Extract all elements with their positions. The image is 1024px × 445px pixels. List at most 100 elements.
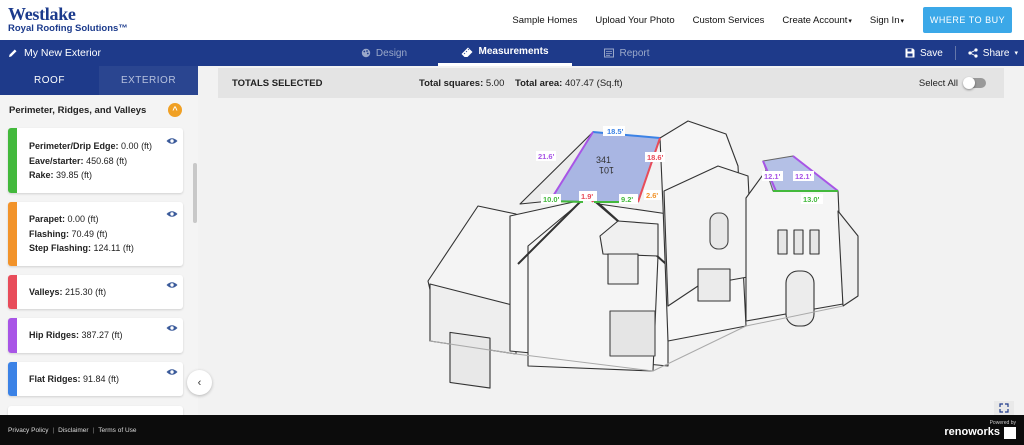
renoworks-name: renoworks [944,426,1000,438]
roof-area-label-flipped: 101 [599,165,614,175]
measure-bottom-right: 9.2' [621,195,633,204]
card-line: Parapet: 0.00 (ft) [29,212,134,227]
caret-down-icon: ▾ [900,17,904,25]
tab-roof[interactable]: ROOF [0,66,99,95]
toolbar-divider [954,46,956,60]
eye-icon[interactable] [166,210,178,218]
save-icon [905,48,915,58]
westlake-logo[interactable]: Westlake Royal Roofing Solutions™ [8,5,128,34]
sign-in-label: Sign In [869,14,900,26]
card-color-bar [8,362,17,396]
line-label: Hip Ridges: [29,330,80,340]
save-button[interactable]: Save [905,48,943,59]
card-line: Valleys: 215.30 (ft) [29,285,106,300]
tab-measurements-label: Measurements [478,46,549,57]
logo-sub-text: Royal Roofing Solutions™ [8,23,128,34]
card-lines: Hip Ridges: 387.27 (ft) [29,328,123,343]
eye-icon[interactable] [166,281,178,289]
create-account-label: Create Account [782,14,848,26]
tab-measurements[interactable]: Measurements [438,40,572,66]
footer-link-disclaimer[interactable]: Disclaimer [58,427,88,434]
share-icon [968,48,978,58]
line-value: 0.00 (ft) [121,141,153,151]
sidebar-scrollbar[interactable] [193,163,197,223]
eye-icon[interactable] [166,324,178,332]
save-label: Save [920,47,943,59]
measurement-card-flat-ridges: Flat Ridges: 91.84 (ft) [8,362,183,396]
3d-viewport[interactable]: TOTALS SELECTED Total squares: 5.00 Tota… [198,66,1024,415]
card-line: Rake: 39.85 (ft) [29,168,152,183]
project-name[interactable]: My New Exterior [8,40,101,66]
card-line: Step Flashing: 124.11 (ft) [29,241,134,256]
chevron-left-icon: ‹ [197,376,202,389]
share-button[interactable]: Share ▾ [968,48,1018,59]
section-header[interactable]: Perimeter, Ridges, and Valleys ^ [0,95,198,125]
card-line: Hip Ridges: 387.27 (ft) [29,328,123,343]
line-value: 387.27 (ft) [81,330,123,340]
where-to-buy-button[interactable]: WHERE TO BUY [923,7,1012,33]
line-label: Flashing: [29,228,69,239]
measure-left-rake: 21.6' [538,152,555,161]
card-color-bar [8,202,17,266]
pencil-icon [9,49,17,57]
card-lines: Flat Ridges: 91.84 (ft) [29,372,119,387]
footer-links: Privacy Policy | Disclaimer | Terms of U… [8,415,137,445]
renoworks-brand: renoworks [944,426,1016,439]
measurement-card-partial [8,406,183,415]
card-lines: Valleys: 215.30 (ft) [29,285,106,300]
project-name-label: My New Exterior [24,47,102,59]
eye-icon[interactable] [166,137,178,145]
nav-upload-photo[interactable]: Upload Your Photo [595,15,674,26]
powered-by-renoworks[interactable]: Powered by renoworks [944,420,1016,439]
line-value: 0.00 (ft) [67,214,99,224]
footer-link-terms[interactable]: Terms of Use [98,427,136,434]
measurement-card-drip-edge: Perimeter/Drip Edge: 0.00 (ft) Eave/star… [8,128,183,193]
line-value: 215.30 (ft) [65,287,107,297]
footer: Privacy Policy | Disclaimer | Terms of U… [0,415,1024,445]
card-line: Flashing: 70.49 (ft) [29,227,134,242]
chevron-up-icon[interactable]: ^ [168,103,182,117]
footer-link-privacy[interactable]: Privacy Policy [8,427,48,434]
card-line: Eave/starter: 450.68 (ft) [29,154,152,169]
top-navigation: Westlake Royal Roofing Solutions™ Sample… [0,0,1024,40]
line-label: Rake: [29,170,54,180]
measure-right-bottom: 13.0' [803,195,820,204]
tab-report-label: Report [619,47,650,59]
line-value: 39.85 (ft) [56,170,93,180]
card-lines: Parapet: 0.00 (ft) Flashing: 70.49 (ft) … [29,212,134,256]
nav-sign-in[interactable]: Sign In▾ [870,15,904,26]
card-line: Flat Ridges: 91.84 (ft) [29,372,119,387]
line-value: 70.49 (ft) [71,228,108,239]
eye-icon[interactable] [166,368,178,376]
measurement-card-valleys: Valleys: 215.30 (ft) [8,275,183,309]
measure-bottom-left: 10.0' [543,195,560,204]
collapse-sidebar-button[interactable]: ‹ [187,370,212,395]
palette-icon [361,48,371,58]
nav-links: Sample Homes Upload Your Photo Custom Se… [512,0,904,40]
nav-custom-services[interactable]: Custom Services [693,15,765,26]
card-color-bar [8,275,17,309]
line-label: Perimeter/Drip Edge: [29,141,119,151]
tab-design[interactable]: Design [330,40,438,66]
measure-bottom-orange: 2.6' [646,191,658,200]
nav-sample-homes[interactable]: Sample Homes [512,15,577,26]
mode-tabs: Design Measurements Report [330,40,682,66]
measure-top-edge: 18.5' [607,127,624,136]
tab-report[interactable]: Report [572,40,682,66]
expand-icon [999,403,1009,413]
caret-down-icon: ▾ [848,17,852,25]
report-icon [604,48,615,58]
fullscreen-icon[interactable] [994,401,1014,415]
tab-exterior[interactable]: EXTERIOR [99,66,198,95]
footer-divider: | [52,426,55,434]
line-value: 124.11 (ft) [93,243,134,253]
footer-divider: | [92,426,95,434]
nav-create-account[interactable]: Create Account▾ [782,15,851,26]
measure-bottom-mid: 1.9' [581,192,593,201]
house-3d-model[interactable]: 18.5' 21.6' 18.6' 10.0' 1.9' 9.2' 2.6' 1… [198,66,1024,415]
measure-hip-left: 12.1' [764,172,781,181]
caret-down-icon: ▾ [1014,50,1018,57]
line-label: Flat Ridges: [29,374,81,384]
logo-main-text: Westlake [8,4,76,24]
project-toolbar: My New Exterior Design Measurements Repo… [0,40,1024,66]
